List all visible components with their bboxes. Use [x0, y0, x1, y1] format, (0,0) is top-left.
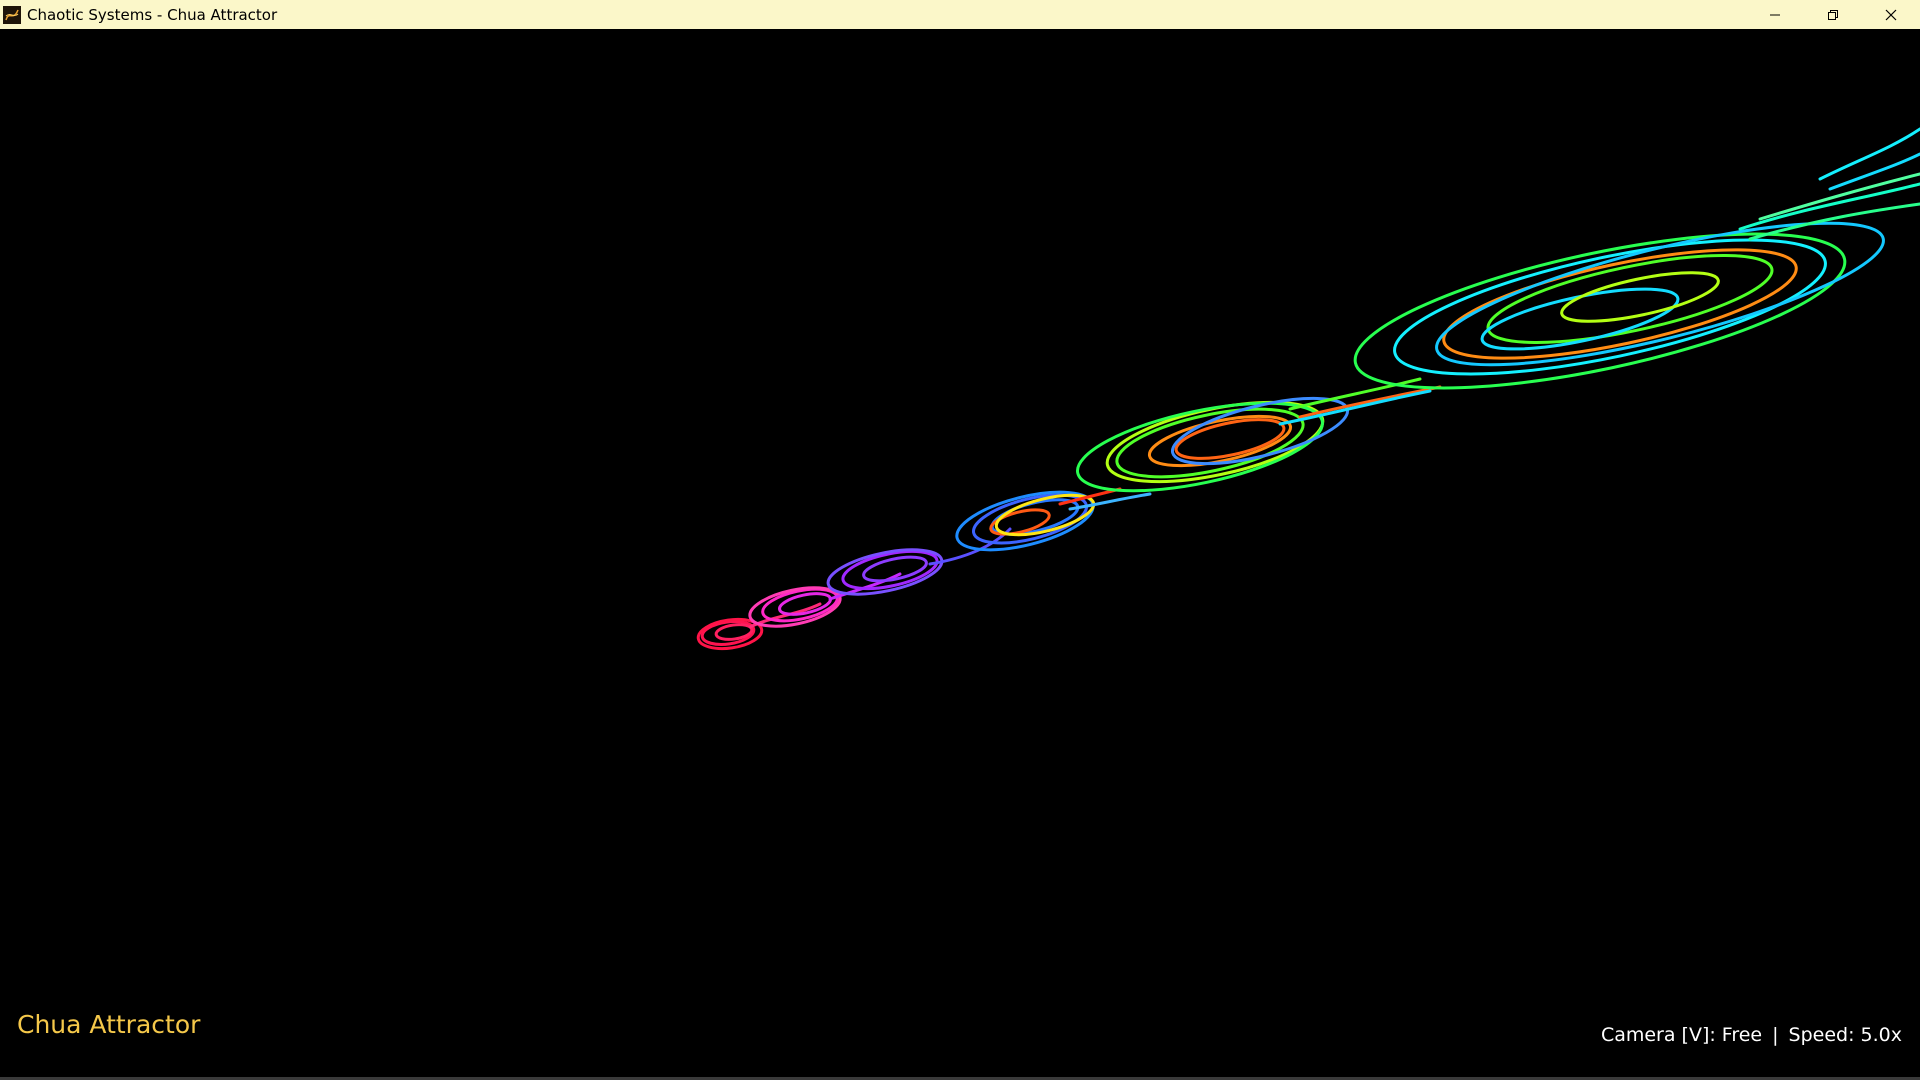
restore-icon	[1828, 9, 1838, 20]
app-window: Chaotic Systems - Chua Attractor Chua At…	[0, 0, 1920, 1080]
camera-mode-label: Camera [V]: Free	[1600, 1024, 1763, 1046]
attractor-trajectory	[696, 127, 1920, 651]
render-viewport[interactable]	[0, 29, 1920, 1080]
hud-status: Camera [V]: Free | Speed: 5.0x	[1601, 1024, 1902, 1046]
close-icon	[1885, 9, 1897, 20]
window-controls	[1746, 0, 1920, 29]
close-button[interactable]	[1862, 0, 1920, 29]
hud-title: Chua Attractor	[17, 1010, 201, 1039]
minimize-button[interactable]	[1746, 0, 1804, 29]
status-separator: |	[1772, 1024, 1779, 1046]
speed-label: Speed: 5.0x	[1788, 1024, 1902, 1046]
restore-button[interactable]	[1804, 0, 1862, 29]
minimize-icon	[1770, 14, 1780, 15]
title-bar[interactable]: Chaotic Systems - Chua Attractor	[0, 0, 1920, 29]
window-title: Chaotic Systems - Chua Attractor	[27, 5, 278, 24]
attractor-canvas[interactable]	[0, 29, 1920, 1080]
app-icon	[3, 5, 21, 24]
